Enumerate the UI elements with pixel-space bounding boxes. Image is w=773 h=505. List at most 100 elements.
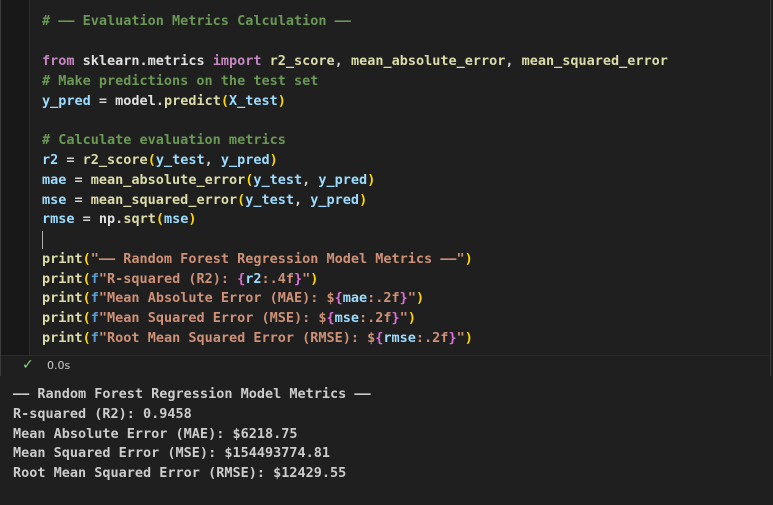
code-line-mae[interactable]: mae = mean_absolute_error(y_test, y_pred… [42, 170, 375, 190]
code-token: r2 [42, 152, 59, 168]
code-line-rmse[interactable]: rmse = np.sqrt(mse) [42, 209, 197, 229]
code-token: r2_score [82, 152, 148, 168]
code-token: # Calculate evaluation metrics [42, 132, 286, 148]
code-token: :.4f [261, 271, 295, 287]
code-line-r2[interactable]: r2 = r2_score(y_test, y_pred) [42, 150, 278, 170]
code-token: , [204, 152, 221, 168]
code-token: " [407, 290, 416, 306]
code-token: ( [220, 93, 229, 109]
code-token: . [155, 93, 164, 109]
code-token: "—— Random Forest Regression Model Metri… [90, 251, 465, 267]
code-token: mean_squared_error [90, 192, 238, 208]
code-token: ) [359, 192, 368, 208]
code-token: y_test [245, 192, 295, 208]
code-token: { [326, 310, 335, 326]
code-token: model [115, 93, 156, 109]
code-line-print-header[interactable]: print("—— Random Forest Regression Model… [42, 249, 473, 269]
code-token: ( [82, 310, 91, 326]
notebook-code-cell[interactable]: # —— Evaluation Metrics Calculation —— f… [0, 0, 771, 376]
code-token: = [66, 172, 91, 188]
code-token: mse [334, 310, 360, 326]
code-token: "Mean Squared Error (MSE): $ [98, 310, 327, 326]
code-token: ) [367, 172, 376, 188]
code-line-print-mse[interactable]: print(f"Mean Squared Error (MSE): ${mse:… [42, 308, 416, 328]
code-token: ( [147, 152, 156, 168]
code-token: } [391, 310, 400, 326]
output-line: Mean Absolute Error (MAE): $6218.75 [13, 426, 298, 442]
code-token: # —— Evaluation Metrics Calculation —— [42, 13, 351, 29]
code-line-predict[interactable]: y_pred = model.predict(X_test) [42, 91, 286, 111]
code-token: f [90, 330, 99, 346]
code-token: import [212, 53, 262, 69]
code-token: } [399, 290, 408, 306]
code-token: ( [237, 192, 246, 208]
code-token: ( [82, 330, 91, 346]
code-token: ( [82, 290, 91, 306]
code-token: rmse [383, 330, 416, 346]
code-token: :.2f [359, 310, 392, 326]
code-line-print-rmse[interactable]: print(f"Root Mean Squared Error (RMSE): … [42, 328, 473, 348]
code-line-import[interactable]: from sklearn.metrics import r2_score, me… [42, 51, 668, 71]
code-token: y_test [155, 152, 205, 168]
code-token: sqrt [123, 211, 156, 227]
code-token: { [237, 271, 246, 287]
code-token: mae [342, 290, 368, 306]
code-token: mean_squared_error [521, 53, 668, 69]
code-token: } [448, 330, 457, 346]
code-token: ) [269, 152, 278, 168]
code-token: ( [82, 271, 91, 287]
code-line-mse[interactable]: mse = mean_squared_error(y_test, y_pred) [42, 190, 367, 210]
execution-time: 0.0s [47, 359, 71, 372]
code-token: , [294, 192, 311, 208]
code-line-print-r2[interactable]: print(f"R-squared (R2): {r2:.4f}") [42, 269, 318, 289]
code-token: ) [407, 310, 416, 326]
output-line: Mean Squared Error (MSE): $154493774.81 [13, 445, 330, 461]
code-token: " [456, 330, 465, 346]
code-token: :.2f [367, 290, 400, 306]
code-token: r2 [245, 271, 262, 287]
code-token: predict [163, 93, 221, 109]
cell-output: —— Random Forest Regression Model Metric… [0, 376, 773, 505]
cell-gutter[interactable] [1, 0, 29, 355]
code-token: y_pred [42, 93, 91, 109]
code-token: mse [42, 192, 67, 208]
code-token: ) [277, 93, 286, 109]
code-token: ) [464, 330, 473, 346]
code-token: = [66, 192, 91, 208]
code-token: mse [163, 211, 189, 227]
code-token: "Root Mean Squared Error (RMSE): $ [98, 330, 376, 346]
code-token: np [98, 211, 116, 227]
code-token: ) [188, 211, 197, 227]
text-cursor [42, 231, 43, 249]
code-token: , [302, 172, 319, 188]
code-token: ) [415, 290, 425, 306]
code-token: print [42, 330, 83, 346]
code-editor[interactable]: # —— Evaluation Metrics Calculation —— f… [29, 0, 770, 355]
code-token: mae [42, 172, 67, 188]
code-token: } [294, 271, 303, 287]
code-token: r2_score [269, 53, 335, 69]
code-token: y_pred [310, 192, 360, 208]
code-token: , [505, 53, 522, 69]
code-token: print [42, 251, 83, 267]
code-token: print [42, 290, 83, 306]
code-token: print [42, 310, 83, 326]
check-icon: ✓ [22, 357, 34, 373]
output-line: Root Mean Squared Error (RMSE): $12429.5… [13, 465, 347, 481]
code-token: y_pred [318, 172, 368, 188]
code-token: ) [310, 271, 319, 287]
code-token: f [90, 310, 99, 326]
code-token: = [58, 152, 83, 168]
code-line-print-mae[interactable]: print(f"Mean Absolute Error (MAE): ${mae… [42, 288, 424, 308]
code-token: , [334, 53, 351, 69]
code-line-comment-calc[interactable]: # Calculate evaluation metrics [42, 130, 286, 150]
code-token: # Make predictions on the test set [42, 73, 319, 89]
code-line-comment-predict[interactable]: # Make predictions on the test set [42, 71, 318, 91]
code-token: "R-squared (R2): [98, 271, 238, 287]
code-token: mean_absolute_error [350, 53, 506, 69]
code-token: X_test [229, 93, 278, 109]
code-line-comment-header[interactable]: # —— Evaluation Metrics Calculation —— [42, 11, 351, 31]
